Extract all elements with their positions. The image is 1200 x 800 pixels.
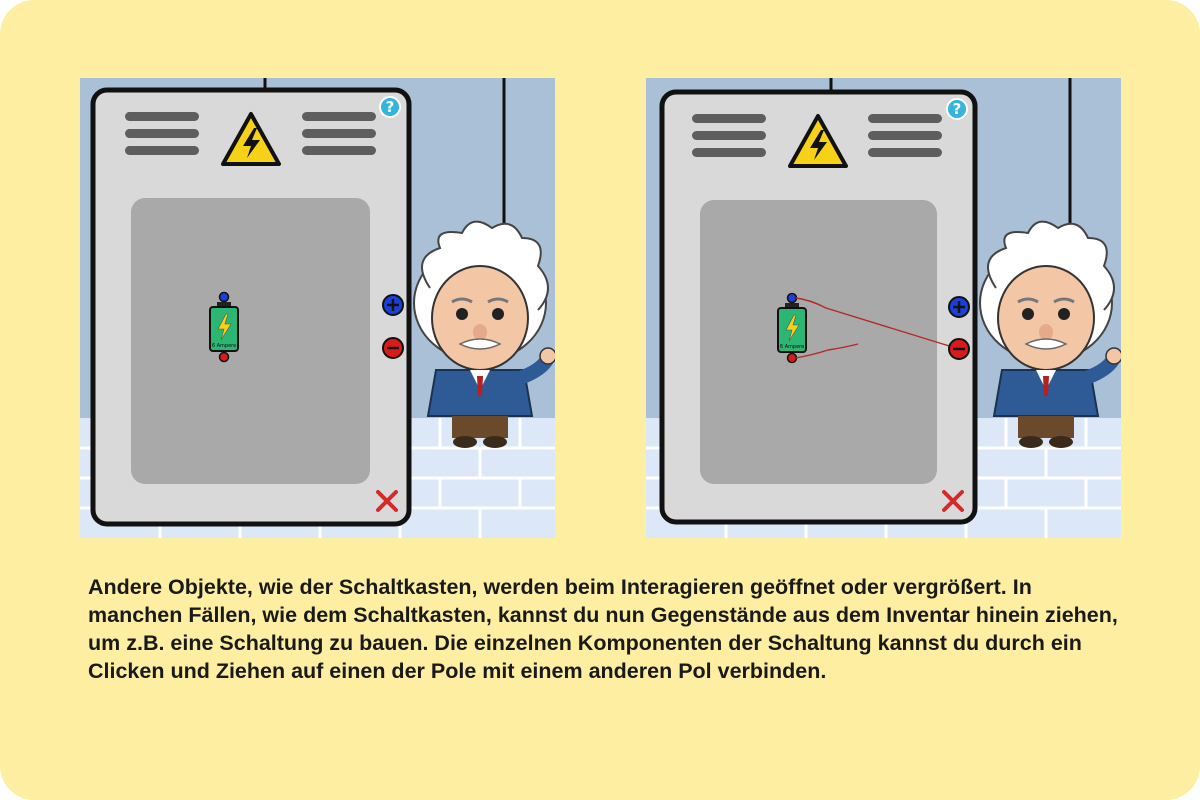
einstein-character xyxy=(413,220,555,448)
tutorial-card: 6 Ampere ? 6 Ampere ? Andere Objekte, wi… xyxy=(0,0,1200,800)
battery-label: 6 Ampere xyxy=(212,343,236,349)
battery-minus-pole[interactable] xyxy=(786,352,798,364)
minus-pole-icon[interactable] xyxy=(382,337,404,359)
close-icon xyxy=(942,490,964,512)
battery-minus-pole[interactable] xyxy=(218,351,230,363)
einstein-character xyxy=(979,220,1121,448)
close-icon xyxy=(376,490,398,512)
help-button[interactable]: ? xyxy=(379,96,401,118)
plus-pole-icon[interactable] xyxy=(948,296,970,318)
battery-label: 6 Ampere xyxy=(780,344,804,350)
help-icon: ? xyxy=(952,100,962,118)
scene-art: 6 Ampere xyxy=(80,78,555,538)
plus-pole-icon[interactable] xyxy=(382,294,404,316)
scene-art: 6 Ampere xyxy=(646,78,1121,538)
scene-fuse-box-wiring: 6 Ampere ? xyxy=(646,78,1121,538)
circuit-panel xyxy=(131,198,370,484)
tutorial-description: Andere Objekte, wie der Schaltkasten, we… xyxy=(88,575,1118,683)
battery-plus-pole[interactable] xyxy=(786,292,798,304)
close-button[interactable] xyxy=(940,488,966,514)
close-button[interactable] xyxy=(374,488,400,514)
scene-fuse-box-opened: 6 Ampere ? xyxy=(80,78,555,538)
help-icon: ? xyxy=(385,98,395,116)
help-button[interactable]: ? xyxy=(946,98,968,120)
battery-plus-pole[interactable] xyxy=(218,291,230,303)
minus-pole-icon[interactable] xyxy=(948,338,970,360)
circuit-panel xyxy=(700,200,937,484)
